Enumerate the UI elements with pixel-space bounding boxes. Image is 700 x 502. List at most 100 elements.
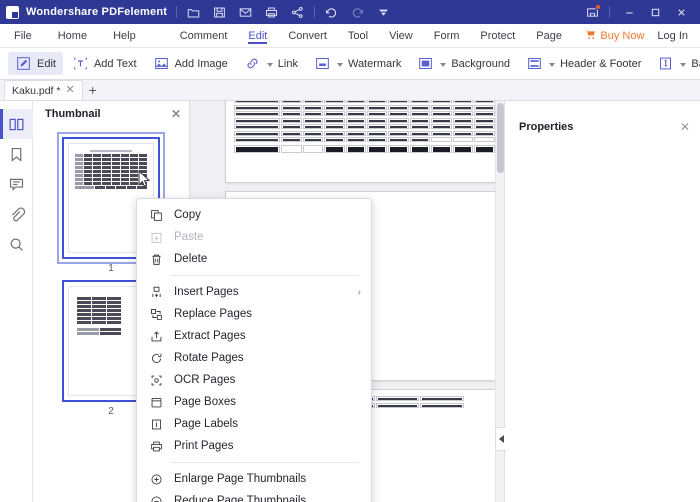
menu-group-ribbon: Comment Edit Convert Tool View Form Prot…	[136, 28, 562, 44]
ocr-pages-icon	[149, 373, 164, 388]
tool-add-text[interactable]: Add Text	[65, 52, 144, 75]
bates-number-caret-icon[interactable]	[680, 63, 687, 67]
delete-trash-icon	[149, 252, 164, 267]
context-menu-item-print-pages[interactable]: Print Pages	[137, 435, 371, 457]
page-boxes-icon	[149, 395, 164, 410]
zoom-in-icon	[149, 472, 164, 487]
thumbnail-panel-close-icon[interactable]: ✕	[171, 107, 181, 121]
thumbnail-panel-icon[interactable]	[0, 109, 33, 139]
title-divider-1	[176, 6, 178, 18]
header-footer-caret-icon[interactable]	[549, 63, 556, 67]
open-folder-icon[interactable]	[186, 5, 201, 20]
edit-ribbon-toolbar: Edit Add Text Add Image Link Watermark B…	[0, 48, 700, 80]
close-button[interactable]	[668, 0, 694, 24]
canvas-scrollbar-thumb[interactable]	[497, 103, 504, 173]
save-icon[interactable]	[212, 5, 227, 20]
context-menu-item-ocr-pages[interactable]: OCR Pages	[137, 369, 371, 391]
context-menu-item-copy[interactable]: Copy	[137, 204, 371, 226]
new-tab-button[interactable]: +	[83, 80, 103, 100]
title-divider-3	[609, 6, 610, 18]
comment-panel-icon[interactable]	[0, 169, 33, 199]
page-context-menu[interactable]: Copy Paste Delete Insert Pages › Replace…	[136, 198, 372, 502]
menu-item-comment[interactable]: Comment	[180, 28, 228, 44]
watermark-caret-icon[interactable]	[336, 63, 343, 67]
context-menu-divider-2	[171, 462, 359, 463]
link-caret-icon[interactable]	[266, 63, 273, 67]
menu-group-left: File Home Help	[0, 28, 136, 44]
context-menu-item-rotate-pages-label: Rotate Pages	[174, 352, 244, 364]
background-caret-icon[interactable]	[440, 63, 447, 67]
redo-icon[interactable]	[350, 5, 365, 20]
log-in-button[interactable]: Log In	[657, 30, 688, 42]
tool-bates-number[interactable]: Bates Number	[650, 52, 700, 75]
document-tab-kaku[interactable]: Kaku.pdf * ✕	[4, 80, 83, 100]
menu-item-form[interactable]: Form	[434, 28, 460, 44]
menu-item-page[interactable]: Page	[536, 28, 562, 44]
tool-edit[interactable]: Edit	[8, 52, 63, 75]
context-menu-item-reduce-thumbnails[interactable]: Reduce Page Thumbnails	[137, 490, 371, 502]
collapse-properties-button[interactable]	[495, 427, 506, 451]
side-rail	[0, 101, 33, 502]
properties-panel: Properties ✕	[495, 101, 700, 502]
menu-item-edit[interactable]: Edit	[248, 28, 268, 44]
context-menu-item-replace-pages[interactable]: Replace Pages	[137, 303, 371, 325]
minimize-button[interactable]	[616, 0, 642, 24]
tool-add-image[interactable]: Add Image	[146, 52, 235, 75]
menu-item-tool[interactable]: Tool	[348, 28, 368, 44]
menu-item-view[interactable]: View	[389, 28, 413, 44]
add-image-icon	[153, 55, 170, 72]
watermark-icon	[314, 55, 331, 72]
document-tab-close-icon[interactable]: ✕	[65, 85, 74, 96]
tool-add-image-label: Add Image	[174, 57, 228, 70]
context-menu-item-insert-pages[interactable]: Insert Pages ›	[137, 281, 371, 303]
context-menu-item-extract-pages[interactable]: Extract Pages	[137, 325, 371, 347]
thumbnail-page-2-number: 2	[108, 406, 114, 417]
menu-item-home[interactable]: Home	[58, 28, 87, 44]
notification-badge	[595, 4, 601, 10]
edit-pencil-icon	[15, 55, 32, 72]
submenu-chevron-icon[interactable]: ›	[358, 287, 361, 298]
print-icon[interactable]	[264, 5, 279, 20]
email-icon[interactable]	[238, 5, 253, 20]
notifications-icon[interactable]	[581, 0, 603, 24]
undo-icon[interactable]	[324, 5, 339, 20]
menu-item-convert[interactable]: Convert	[288, 28, 327, 44]
zoom-out-icon	[149, 494, 164, 502]
bookmark-panel-icon[interactable]	[0, 139, 33, 169]
context-menu-item-enlarge-thumbnails[interactable]: Enlarge Page Thumbnails	[137, 468, 371, 490]
thumbnail-page-1-number: 1	[108, 263, 114, 274]
extract-pages-icon	[149, 329, 164, 344]
tool-background[interactable]: Background	[410, 52, 517, 75]
context-menu-item-page-labels[interactable]: Page Labels	[137, 413, 371, 435]
tool-link-label: Link	[277, 57, 298, 70]
context-menu-item-page-labels-label: Page Labels	[174, 418, 238, 430]
menu-item-help[interactable]: Help	[113, 28, 136, 44]
tool-watermark[interactable]: Watermark	[307, 52, 408, 75]
context-menu-item-rotate-pages[interactable]: Rotate Pages	[137, 347, 371, 369]
context-menu-item-page-boxes-label: Page Boxes	[174, 396, 237, 408]
document-page-1[interactable]	[225, 101, 504, 183]
customize-toolbar-icon[interactable]	[376, 5, 391, 20]
search-panel-icon[interactable]	[0, 229, 33, 259]
tool-watermark-label: Watermark	[347, 57, 402, 70]
paste-icon	[149, 230, 164, 245]
tool-header-footer[interactable]: Header & Footer	[519, 52, 648, 75]
share-icon[interactable]	[290, 5, 305, 20]
quick-access-toolbar	[186, 5, 305, 20]
add-text-icon	[72, 55, 89, 72]
menu-item-protect[interactable]: Protect	[480, 28, 515, 44]
tool-edit-label: Edit	[37, 57, 56, 70]
link-icon	[244, 55, 261, 72]
maximize-button[interactable]	[642, 0, 668, 24]
properties-panel-close-icon[interactable]: ✕	[680, 120, 690, 134]
buy-now-button[interactable]: Buy Now	[585, 29, 644, 43]
context-menu-item-delete[interactable]: Delete	[137, 248, 371, 270]
tool-link[interactable]: Link	[237, 52, 305, 75]
thumbnail-panel-header: Thumbnail ✕	[33, 101, 189, 127]
context-menu-item-page-boxes[interactable]: Page Boxes	[137, 391, 371, 413]
page-labels-icon	[149, 417, 164, 432]
attachment-panel-icon[interactable]	[0, 199, 33, 229]
document-page-1-table	[234, 101, 504, 155]
history-toolbar	[324, 5, 391, 20]
menu-item-file[interactable]: File	[14, 28, 32, 44]
